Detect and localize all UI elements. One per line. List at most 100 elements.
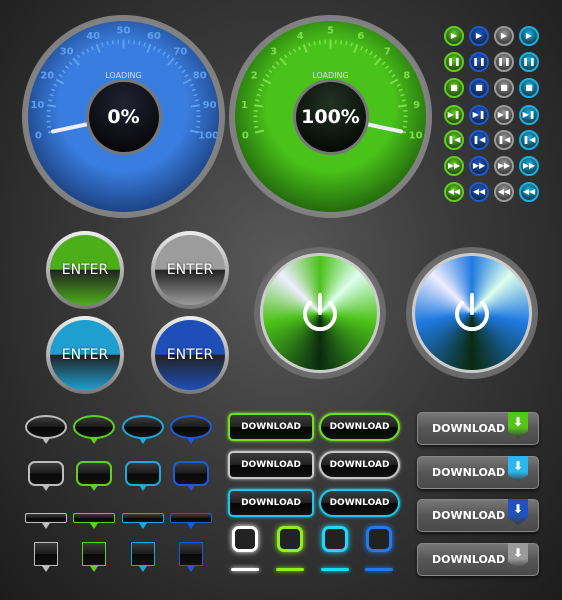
glow-square-button[interactable] — [366, 526, 392, 552]
speech-bubble-rounded[interactable] — [76, 461, 112, 491]
minor-tick — [178, 65, 183, 70]
scale-label: 100 — [198, 131, 219, 142]
major-tick — [167, 57, 175, 66]
minor-tick — [138, 41, 141, 46]
speech-bubble-rounded[interactable] — [173, 461, 209, 491]
skip-previous-button[interactable]: ❚◀ — [444, 130, 464, 150]
power-button[interactable] — [254, 247, 386, 379]
stop-button[interactable]: ■ — [469, 78, 489, 98]
minor-tick — [101, 42, 104, 47]
fast-forward-icon: ▶▶ — [472, 161, 486, 170]
fast-forward-icon: ▶▶ — [447, 161, 461, 170]
major-tick — [374, 57, 382, 66]
speech-bubble-bar[interactable] — [122, 513, 164, 529]
enter-button[interactable]: ENTER — [46, 231, 124, 309]
enter-button[interactable]: ENTER — [46, 316, 124, 394]
rewind-button[interactable]: ◀◀ — [519, 182, 539, 202]
speech-bubble-bar[interactable] — [170, 513, 212, 529]
skip-next-button[interactable]: ▶❚ — [469, 105, 489, 125]
speech-bubble-bar[interactable] — [25, 513, 67, 529]
pause-button[interactable]: ❚❚ — [469, 52, 489, 72]
stop-button[interactable]: ■ — [519, 78, 539, 98]
download-button-pill[interactable]: DOWNLOAD — [319, 451, 400, 479]
minor-tick — [297, 46, 301, 51]
minor-tick — [381, 61, 386, 66]
speech-bubble-square[interactable] — [34, 542, 58, 572]
rewind-button[interactable]: ◀◀ — [494, 182, 514, 202]
pause-button[interactable]: ❚❚ — [444, 52, 464, 72]
gauge-face: 0 10 20 30 40 50 60 70 80 90 100 LOADING 0% — [28, 21, 219, 212]
minor-tick — [162, 51, 166, 56]
download-button-pill[interactable]: DOWNLOAD — [319, 489, 400, 517]
speech-bubble-bar[interactable] — [73, 513, 115, 529]
speech-bubble-oval[interactable] — [170, 415, 212, 444]
minor-tick — [260, 83, 265, 87]
download-arrow-icon: ⬇ — [508, 455, 528, 482]
pause-button[interactable]: ❚❚ — [494, 52, 514, 72]
download-button-large[interactable]: DOWNLOAD ⬇ — [417, 455, 539, 489]
skip-next-button[interactable]: ▶❚ — [519, 105, 539, 125]
minor-tick — [47, 125, 52, 128]
speech-bubble-oval[interactable] — [73, 415, 115, 444]
speech-bubble-oval[interactable] — [122, 415, 164, 444]
stop-button[interactable]: ■ — [444, 78, 464, 98]
major-tick — [146, 43, 152, 54]
speech-bubble-square[interactable] — [82, 542, 106, 572]
stop-icon: ■ — [525, 83, 533, 92]
download-button[interactable]: DOWNLOAD — [228, 451, 314, 479]
major-tick — [95, 43, 101, 54]
speech-bubble-square[interactable] — [131, 542, 155, 572]
download-button-pill[interactable]: DOWNLOAD — [319, 413, 400, 441]
download-button-large[interactable]: DOWNLOAD ⬇ — [417, 412, 539, 445]
play-button[interactable]: ▶ — [519, 26, 539, 46]
skip-next-icon: ▶❚ — [497, 110, 511, 119]
major-tick — [72, 57, 80, 66]
skip-previous-button[interactable]: ❚◀ — [519, 130, 539, 150]
stop-icon: ■ — [450, 83, 458, 92]
minor-tick — [81, 51, 85, 56]
pause-icon: ❚❚ — [522, 57, 536, 66]
download-arrow-icon: ⬇ — [508, 499, 528, 525]
speech-bubble-rounded[interactable] — [28, 461, 64, 491]
skip-previous-button[interactable]: ❚◀ — [469, 130, 489, 150]
download-label: DOWNLOAD — [432, 465, 506, 479]
speech-bubble-square[interactable] — [179, 542, 203, 572]
glow-square-button[interactable] — [232, 526, 258, 552]
stop-button[interactable]: ■ — [494, 78, 514, 98]
gauge-value: 100% — [295, 81, 366, 152]
skip-previous-button[interactable]: ❚◀ — [494, 130, 514, 150]
download-button-large[interactable]: DOWNLOAD ⬇ — [417, 499, 539, 532]
enter-button[interactable]: ENTER — [151, 231, 229, 309]
download-button-large[interactable]: DOWNLOAD ⬇ — [417, 542, 539, 576]
pause-button[interactable]: ❚❚ — [519, 52, 539, 72]
glow-dash — [231, 568, 259, 571]
minor-tick — [51, 88, 56, 92]
rewind-button[interactable]: ◀◀ — [444, 182, 464, 202]
glow-square-button[interactable] — [277, 526, 303, 552]
rewind-button[interactable]: ◀◀ — [469, 182, 489, 202]
minor-tick — [76, 54, 81, 59]
scale-label: 0 — [242, 131, 249, 142]
scale-label: 3 — [270, 47, 277, 58]
play-button[interactable]: ▶ — [469, 26, 489, 46]
minor-tick — [194, 99, 199, 102]
download-button[interactable]: DOWNLOAD — [228, 489, 314, 517]
minor-tick — [189, 83, 194, 87]
enter-button[interactable]: ENTER — [151, 316, 229, 394]
skip-next-button[interactable]: ▶❚ — [444, 105, 464, 125]
minor-tick — [293, 48, 297, 53]
fast-forward-button[interactable]: ▶▶ — [469, 156, 489, 176]
skip-next-button[interactable]: ▶❚ — [494, 105, 514, 125]
power-button[interactable] — [406, 247, 538, 379]
play-button[interactable]: ▶ — [494, 26, 514, 46]
speech-bubble-rounded[interactable] — [125, 461, 161, 491]
play-button[interactable]: ▶ — [444, 26, 464, 46]
fast-forward-button[interactable]: ▶▶ — [444, 156, 464, 176]
fast-forward-button[interactable]: ▶▶ — [494, 156, 514, 176]
skip-previous-icon: ❚◀ — [497, 135, 511, 144]
download-button[interactable]: DOWNLOAD — [228, 413, 314, 441]
glow-square-button[interactable] — [322, 526, 348, 552]
fast-forward-button[interactable]: ▶▶ — [519, 156, 539, 176]
scale-label: 6 — [357, 31, 364, 42]
speech-bubble-oval[interactable] — [25, 415, 67, 444]
